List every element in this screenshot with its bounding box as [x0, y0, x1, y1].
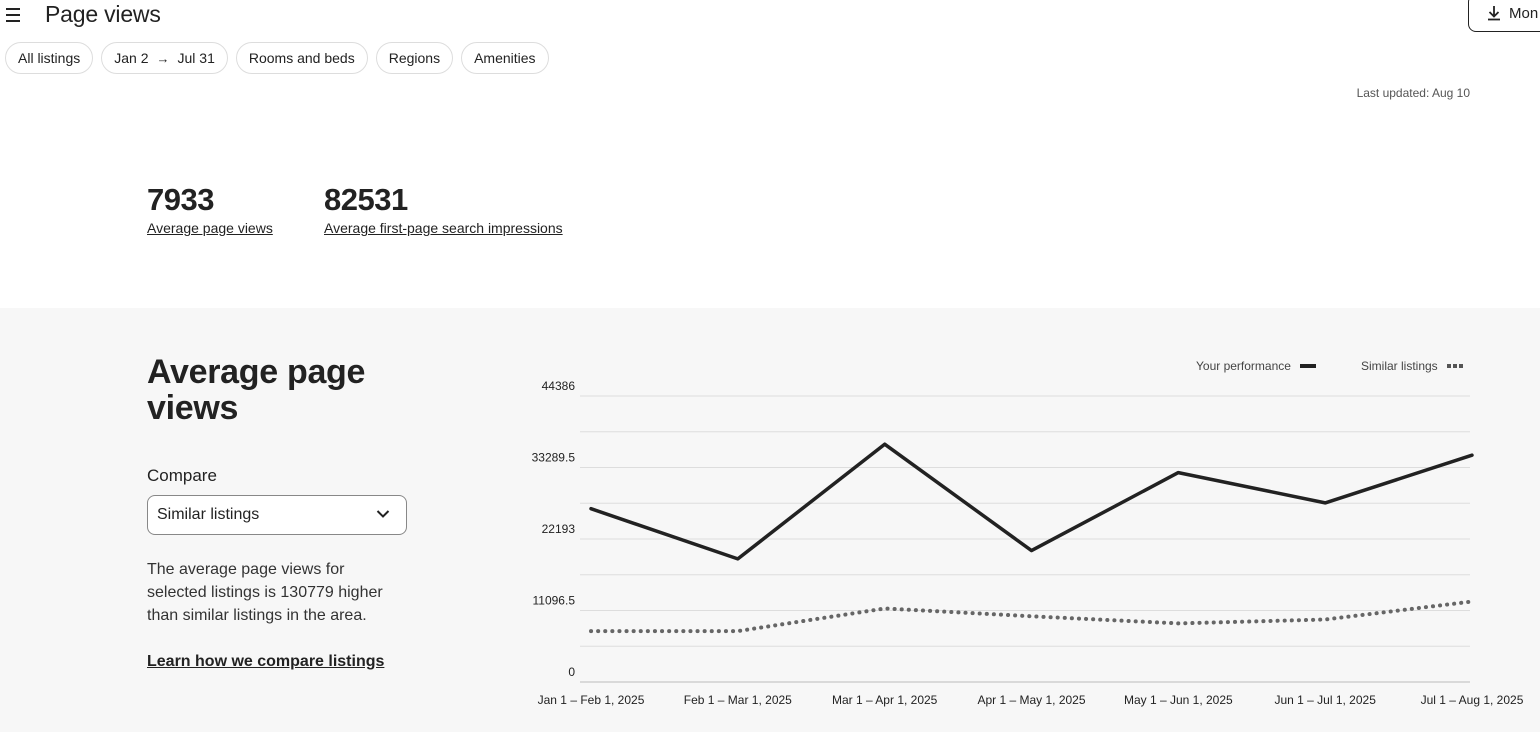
y-tick-label: 22193 — [542, 522, 576, 536]
date-start: Jan 2 — [114, 50, 149, 66]
y-tick-label: 0 — [568, 665, 575, 679]
y-tick-label: 44386 — [542, 379, 576, 393]
last-updated-text: Last updated: Aug 10 — [1356, 86, 1470, 100]
filter-all-listings[interactable]: All listings — [5, 42, 94, 74]
filter-rooms-and-beds[interactable]: Rooms and beds — [235, 42, 368, 74]
x-tick-label: Apr 1 – May 1, 2025 — [977, 693, 1085, 707]
hamburger-menu-icon[interactable] — [6, 8, 22, 22]
date-end: Jul 31 — [177, 50, 215, 66]
filter-amenities[interactable]: Amenities — [461, 42, 549, 74]
stat-label-link[interactable]: Average first-page search impressions — [324, 220, 563, 236]
download-button-label: Mon — [1509, 4, 1539, 22]
y-tick-label: 11096.5 — [533, 594, 576, 608]
x-tick-label: Jun 1 – Jul 1, 2025 — [1274, 693, 1376, 707]
filter-rooms-label: Rooms and beds — [248, 50, 355, 66]
stat-label-link[interactable]: Average page views — [147, 220, 273, 236]
x-tick-label: Jan 1 – Feb 1, 2025 — [538, 693, 645, 707]
top-bar: Page views Mon — [0, 0, 1540, 34]
x-tick-label: Jul 1 – Aug 1, 2025 — [1421, 693, 1524, 707]
filter-amenities-label: Amenities — [474, 50, 536, 66]
arrow-right-icon: → — [156, 50, 170, 66]
filter-bar: All listings Jan 2 → Jul 31 Rooms and be… — [5, 42, 549, 74]
download-icon — [1488, 6, 1500, 21]
x-tick-label: Mar 1 – Apr 1, 2025 — [832, 693, 938, 707]
stat-value: 82531 — [324, 182, 408, 217]
filter-date-range[interactable]: Jan 2 → Jul 31 — [101, 42, 228, 74]
y-tick-label: 33289.5 — [532, 451, 576, 465]
x-tick-label: May 1 – Jun 1, 2025 — [1124, 693, 1233, 707]
line-chart: 44386 33289.5 22193 11096.5 0 Jan 1 – Feb 1, … — [532, 379, 1524, 707]
page-title: Page views — [45, 1, 161, 27]
chart-section: Average page views Compare Similar listi… — [0, 308, 1540, 732]
stat-value: 7933 — [147, 182, 214, 217]
your-performance-line — [589, 442, 1474, 561]
stat-average-page-views: 7933 Average page views — [147, 180, 273, 236]
filter-all-listings-label: All listings — [18, 50, 81, 66]
filter-regions[interactable]: Regions — [375, 42, 454, 74]
download-button[interactable]: Mon — [1468, 0, 1540, 32]
filter-regions-label: Regions — [388, 50, 441, 66]
stat-first-page-impressions: 82531 Average first-page search impressi… — [324, 180, 563, 236]
x-tick-label: Feb 1 – Mar 1, 2025 — [684, 693, 792, 707]
